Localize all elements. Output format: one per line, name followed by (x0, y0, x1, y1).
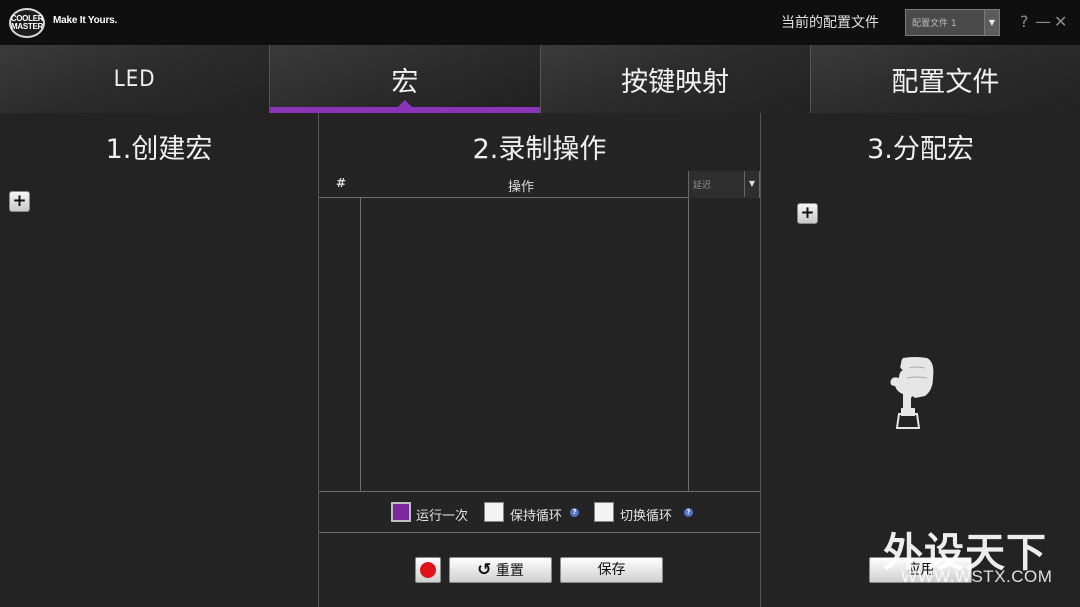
title-bar: COOLER MASTER Make It Yours. 当前的配置文件 配置文… (0, 0, 1080, 45)
column-action-header: 操作 (508, 180, 535, 195)
action-table-body[interactable] (319, 199, 760, 491)
record-actions-panel: 2.录制操作 # 操作 延迟 ▼ 运行一次 保持循环 ? 切换循环 ? ↺ 重置… (319, 113, 760, 607)
current-profile-label: 当前的配置文件 (781, 15, 879, 31)
loop-options: 运行一次 保持循环 ? 切换循环 ? (319, 491, 760, 533)
chevron-down-icon[interactable]: ▼ (984, 10, 999, 35)
tab-led[interactable]: LED (0, 45, 271, 113)
tab-macro-label: 宏 (391, 66, 419, 98)
save-button[interactable]: 保存 (560, 557, 663, 583)
table-column-divider (360, 198, 361, 491)
keep-looping-checkbox[interactable] (484, 502, 504, 522)
table-column-divider (688, 198, 689, 491)
main-tabs: LED 宏 按键映射 配置文件 (0, 45, 1080, 113)
minimize-button[interactable]: — (1035, 12, 1051, 32)
cooler-master-logo: COOLER MASTER (9, 8, 45, 38)
logo-text-bottom: MASTER (11, 22, 43, 31)
tab-profiles[interactable]: 配置文件 (810, 45, 1080, 113)
delay-select[interactable]: 延迟 ▼ (688, 171, 760, 198)
profile-select-value: 配置文件 1 (912, 19, 957, 29)
close-button[interactable]: ✕ (1054, 12, 1067, 32)
watermark-url: WWW.WSTX.COM (901, 567, 1053, 586)
tab-macro[interactable]: 宏 (270, 45, 541, 113)
reset-icon: ↺ (477, 560, 492, 580)
help-button[interactable]: ? (1020, 12, 1029, 32)
tab-key-mapping-label: 按键映射 (621, 66, 730, 98)
toggle-loop-checkbox[interactable] (594, 502, 614, 522)
help-icon[interactable]: ? (570, 508, 579, 517)
reset-label: 重置 (495, 563, 524, 579)
run-once-label: 运行一次 (416, 509, 469, 524)
run-once-checkbox[interactable] (391, 502, 411, 522)
help-icon[interactable]: ? (684, 508, 693, 517)
reset-button[interactable]: ↺ 重置 (449, 557, 552, 583)
add-assignment-button[interactable]: + (797, 203, 818, 224)
toggle-loop-label: 切换循环 (620, 509, 673, 524)
delay-select-value: 延迟 (693, 181, 712, 191)
hand-pointer-icon (890, 357, 934, 429)
tab-profiles-label: 配置文件 (891, 66, 1000, 98)
action-table-header: # 操作 延迟 ▼ (319, 171, 760, 198)
create-macro-panel: 1.创建宏 + (0, 113, 318, 607)
tab-led-label: LED (113, 66, 156, 92)
brand-tagline: Make It Yours. (53, 15, 118, 26)
record-actions-title: 2.录制操作 (472, 134, 607, 165)
assign-macro-title: 3.分配宏 (867, 134, 974, 165)
column-number-header: # (336, 176, 347, 190)
record-button[interactable] (415, 557, 441, 583)
keep-looping-label: 保持循环 (510, 509, 563, 524)
chevron-down-icon[interactable]: ▼ (744, 171, 759, 197)
tab-key-mapping[interactable]: 按键映射 (540, 45, 811, 113)
create-macro-title: 1.创建宏 (105, 134, 213, 165)
add-macro-button[interactable]: + (9, 191, 30, 212)
profile-select[interactable]: 配置文件 1 ▼ (905, 9, 1000, 36)
record-icon (420, 562, 436, 578)
